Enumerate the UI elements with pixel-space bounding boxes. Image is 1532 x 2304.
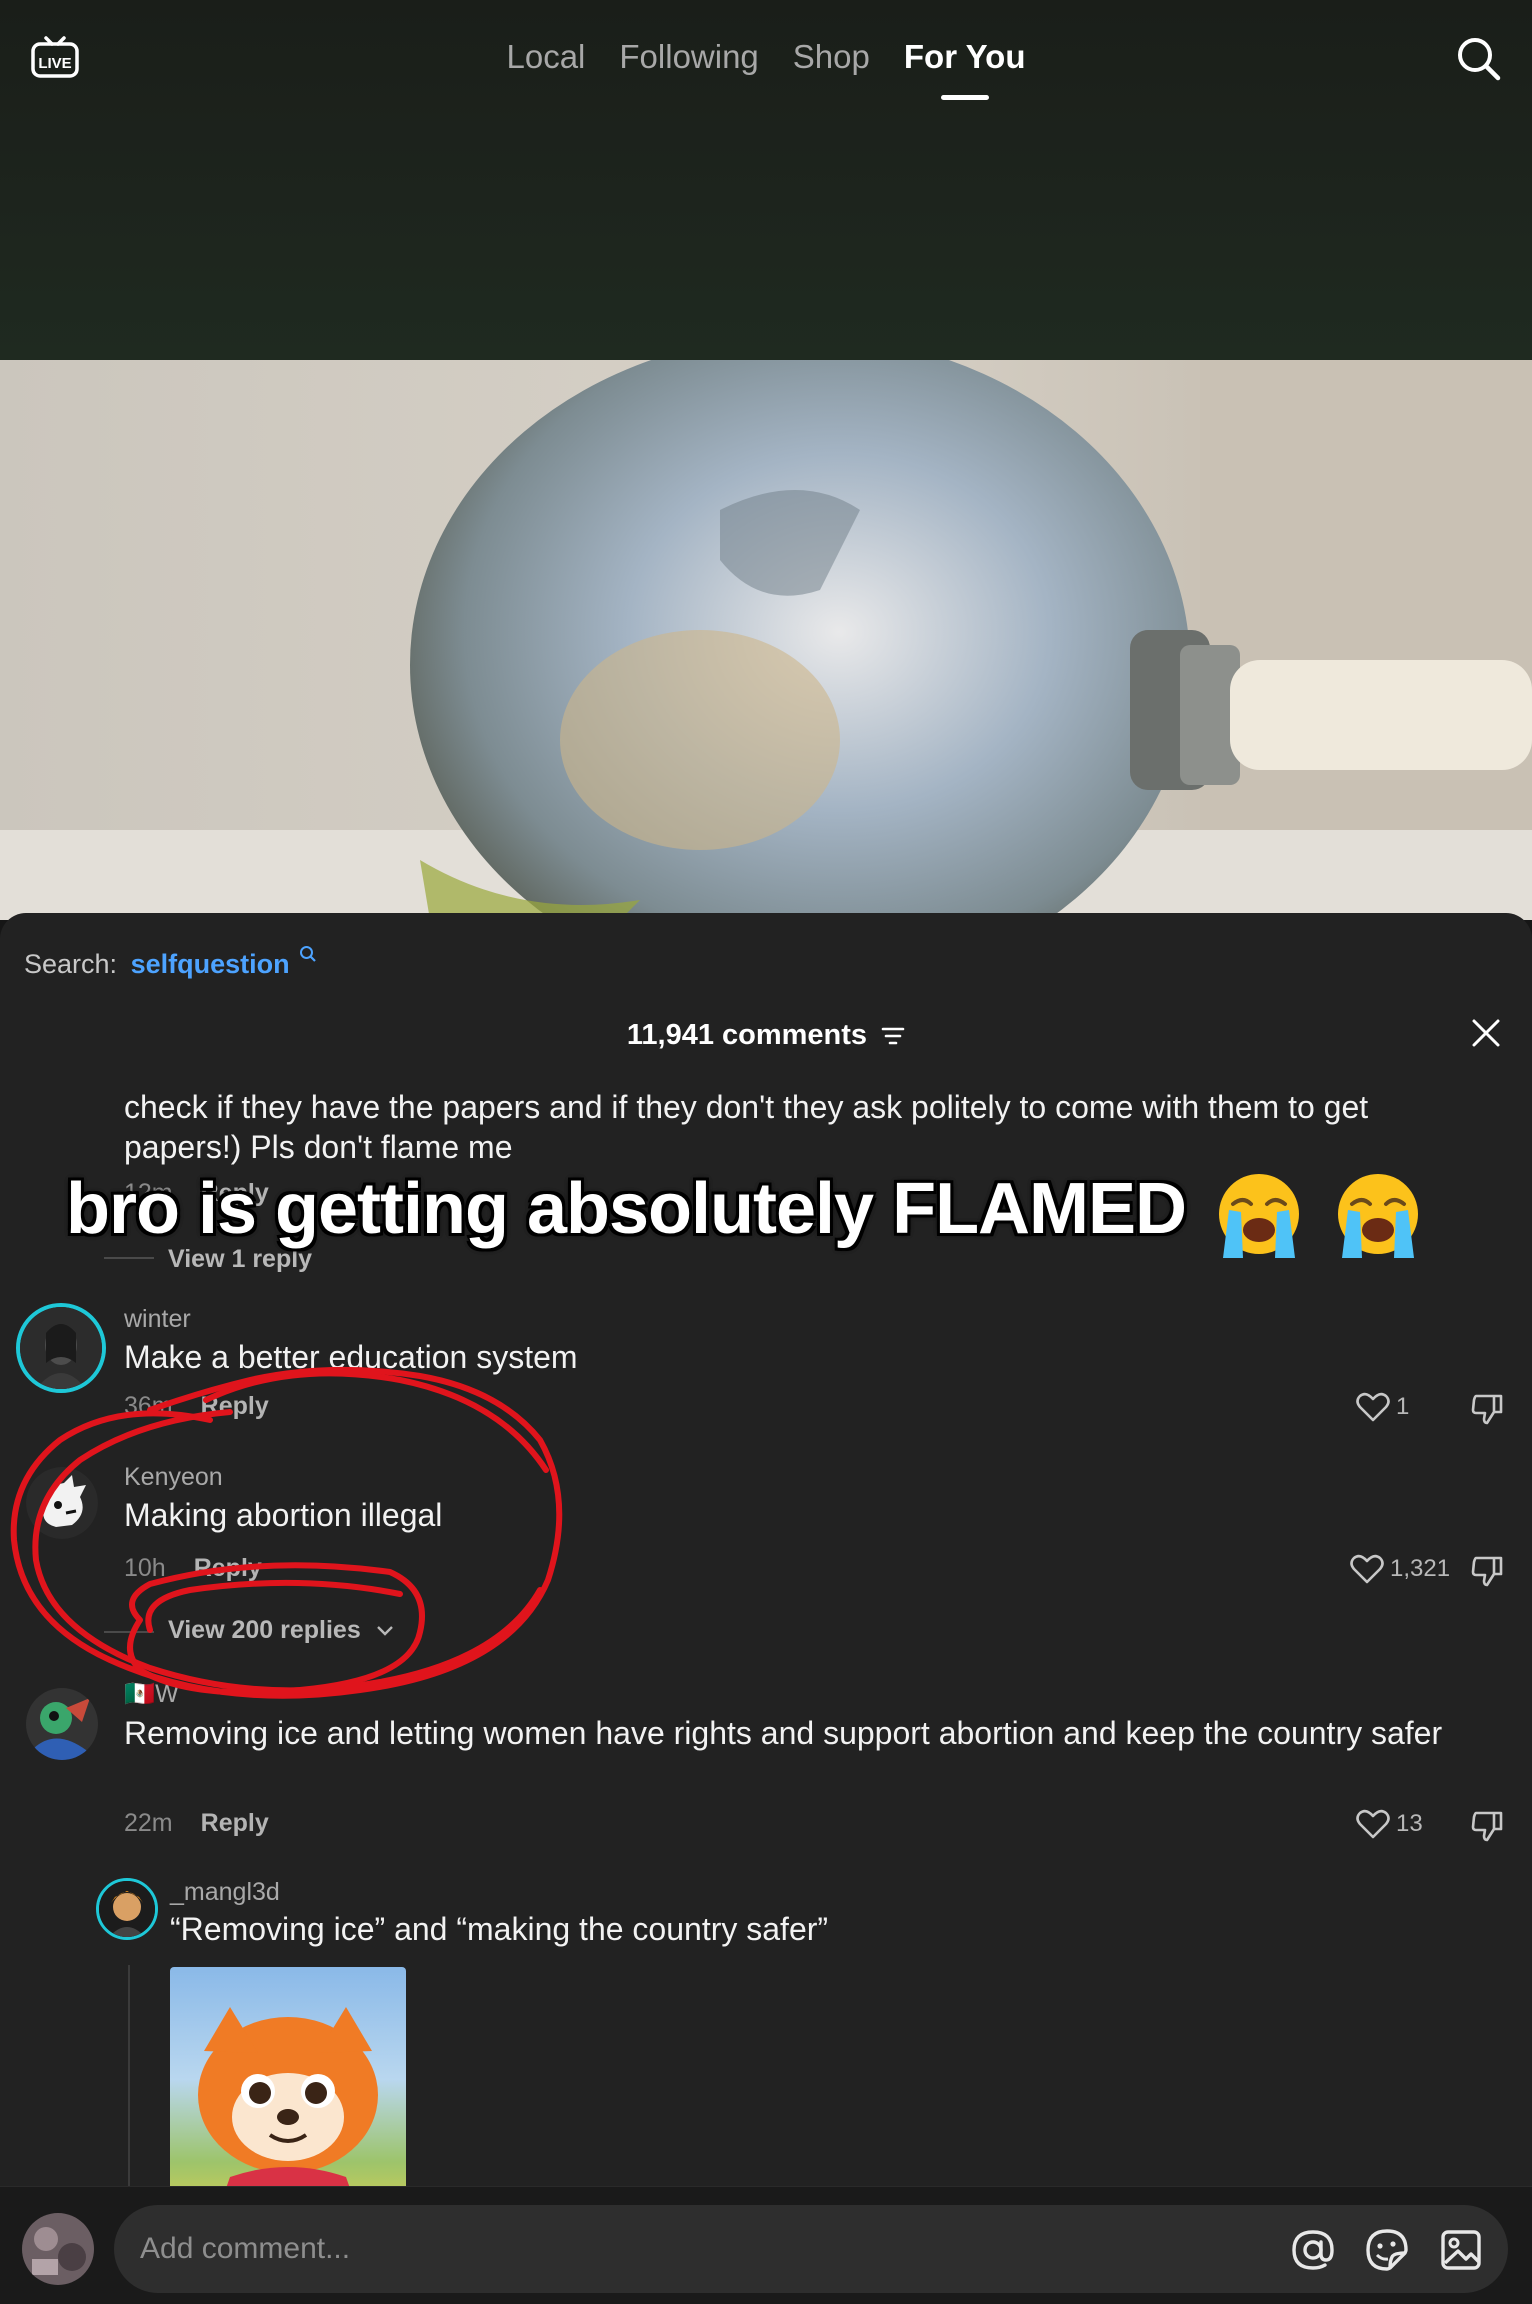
chevron-down-icon [376, 1626, 393, 1637]
comment-text: Making abortion illegal [124, 1497, 443, 1533]
mention-at-icon[interactable] [1290, 2227, 1336, 2273]
image-picker-icon[interactable] [1438, 2227, 1484, 2273]
like-count: 1,321 [1390, 1555, 1451, 1582]
dislike-icon[interactable] [1470, 1809, 1504, 1843]
feed-tabs: Local Following Shop For You [0, 34, 1532, 80]
replies-divider [104, 1631, 154, 1633]
video-caption-overlay: bro is getting absolutely FLAMED [66, 1168, 1424, 1260]
screen: LIVE Local Following Shop For You Search… [0, 0, 1532, 2304]
comment-meta: 22m Reply [124, 1809, 269, 1838]
heart-icon [1356, 1392, 1390, 1422]
top-navigation: LIVE Local Following Shop For You [0, 0, 1532, 120]
avatar-image-w [26, 1688, 98, 1760]
like-count: 1 [1396, 1393, 1410, 1420]
avatar-image-mangl3d [99, 1881, 155, 1937]
loudly-crying-face-emoji-icon [1338, 1174, 1419, 1258]
comment-username[interactable]: 🇲🇽W [124, 1680, 179, 1709]
search-icon[interactable] [1454, 34, 1502, 82]
add-comment-input[interactable] [140, 2223, 1260, 2275]
avatar-image-winter [20, 1307, 102, 1389]
comment-input-bar [0, 2186, 1532, 2304]
comments-list: check if they have the papers and if the… [0, 913, 1532, 2304]
comment-username[interactable]: winter [124, 1305, 191, 1334]
caption-text: bro is getting absolutely FLAMED [66, 1169, 1187, 1250]
like-count: 13 [1396, 1810, 1423, 1837]
sticker-emoji-icon[interactable] [1364, 2227, 1410, 2273]
loudly-crying-face-emoji-icon [1219, 1174, 1300, 1258]
reply-button[interactable]: Reply [201, 1809, 269, 1837]
reply-button[interactable]: Reply [194, 1554, 262, 1582]
comment-text: Removing ice and letting women have righ… [124, 1715, 1443, 1751]
red-panda-cartoon-image [198, 2007, 378, 2217]
tab-local[interactable]: Local [507, 34, 586, 80]
video-frame[interactable] [0, 360, 1532, 920]
avatar[interactable] [26, 1467, 98, 1539]
tab-following[interactable]: Following [619, 34, 758, 80]
avatar-image-kenyeon [26, 1467, 98, 1539]
comments-sheet: Search: selfquestion 11,941 comments che… [0, 913, 1532, 2304]
comment-time: 36m [124, 1392, 173, 1420]
my-avatar-image [22, 2213, 94, 2285]
add-comment-field[interactable] [114, 2205, 1508, 2293]
heart-icon [1356, 1809, 1390, 1839]
like-button[interactable]: 13 [1356, 1808, 1423, 1840]
my-avatar[interactable] [22, 2213, 94, 2285]
comment-text-partial: check if they have the papers and if the… [124, 1089, 1369, 1165]
view-replies-button[interactable]: View 200 replies [168, 1616, 394, 1645]
reply-username[interactable]: _mangl3d [170, 1878, 280, 1907]
like-button[interactable]: 1 [1356, 1391, 1409, 1423]
dislike-icon[interactable] [1470, 1554, 1504, 1588]
comment-meta: 36m Reply [124, 1392, 269, 1421]
avatar[interactable] [96, 1878, 158, 1940]
comment-meta: 10h Reply [124, 1554, 262, 1583]
comment-username[interactable]: Kenyeon [124, 1463, 223, 1492]
comment-text: Make a better education system [124, 1339, 578, 1375]
comment-time: 10h [124, 1554, 166, 1582]
tab-shop[interactable]: Shop [793, 34, 870, 80]
view-replies-label: View 200 replies [168, 1616, 361, 1644]
like-button[interactable]: 1,321 [1350, 1553, 1450, 1585]
avatar[interactable] [26, 1688, 98, 1760]
reply-text: “Removing ice” and “making the country s… [170, 1911, 829, 1947]
comment-time: 22m [124, 1809, 173, 1837]
heart-icon [1350, 1554, 1384, 1584]
avatar[interactable] [16, 1303, 106, 1393]
tab-for-you[interactable]: For You [904, 34, 1026, 80]
video-content-image [0, 360, 1532, 920]
reply-sticker-image[interactable] [170, 1967, 406, 2217]
dislike-icon[interactable] [1470, 1392, 1504, 1426]
video-top-dark-area: LIVE Local Following Shop For You [0, 0, 1532, 360]
reply-button[interactable]: Reply [201, 1392, 269, 1420]
